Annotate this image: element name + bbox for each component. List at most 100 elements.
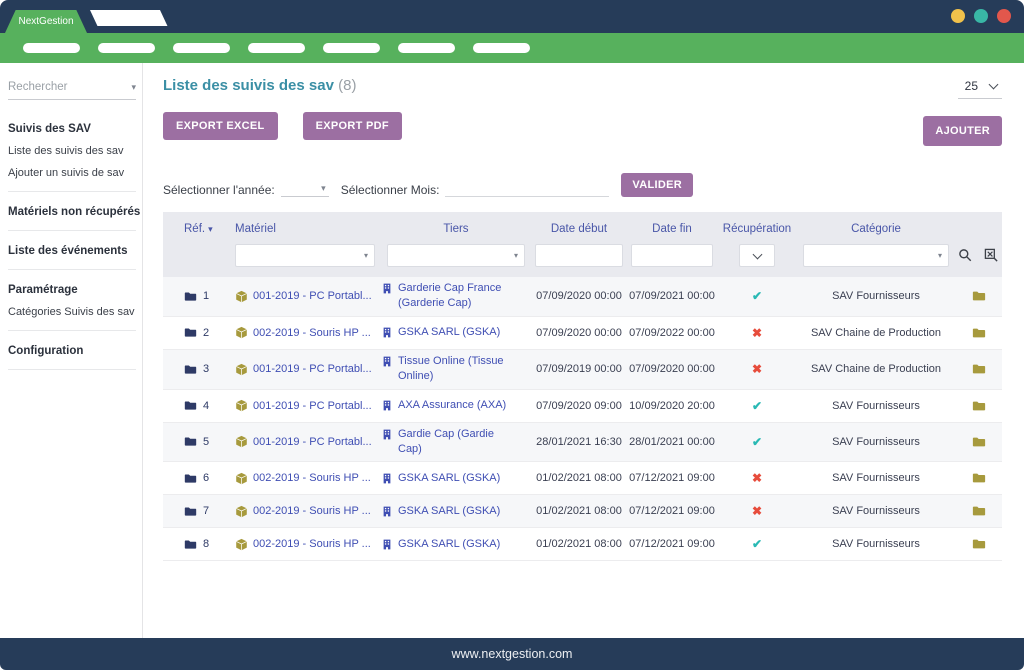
open-folder-icon[interactable] — [972, 362, 986, 376]
row-materiel[interactable]: 001-2019 - PC Portabl... — [253, 400, 372, 412]
sidebar-item[interactable]: Suivis des SAV — [8, 116, 142, 140]
sidebar-item[interactable]: Paramétrage — [8, 277, 142, 301]
package-icon — [235, 326, 248, 339]
row-ref: 6 — [203, 472, 209, 484]
open-folder-icon[interactable] — [972, 537, 986, 551]
sidebar-item[interactable]: Matériels non récupérés — [8, 199, 142, 223]
row-date-debut: 07/09/2020 00:00 — [531, 327, 627, 339]
export-pdf-button[interactable]: EXPORT PDF — [303, 112, 402, 140]
row-ref: 8 — [203, 538, 209, 550]
footer-url[interactable]: www.nextgestion.com — [452, 647, 573, 661]
window-dot[interactable] — [974, 9, 988, 23]
building-icon — [381, 505, 393, 518]
search-icon[interactable] — [958, 248, 973, 263]
sort-icon: ▾ — [208, 224, 213, 234]
folder-icon — [184, 435, 197, 448]
date-debut-filter-input[interactable] — [535, 244, 623, 267]
sidebar-search-placeholder: Rechercher — [8, 81, 67, 93]
row-tiers[interactable]: Gardie Cap (Gardie Cap) — [398, 427, 517, 458]
per-page-select[interactable]: 25 — [958, 79, 1002, 99]
column-date-fin: Date fin — [627, 223, 717, 235]
chevron-down-icon — [752, 249, 762, 259]
ajouter-button[interactable]: AJOUTER — [923, 116, 1002, 146]
row-categorie: SAV Fournisseurs — [797, 538, 955, 550]
open-folder-icon[interactable] — [972, 504, 986, 518]
table-row: 1 001-2019 - PC Portabl... Garderie Cap … — [163, 277, 1002, 317]
row-date-fin: 10/09/2020 20:00 — [627, 400, 717, 412]
row-tiers[interactable]: GSKA SARL (GSKA) — [398, 325, 500, 340]
sidebar-item[interactable]: Ajouter un suivis de sav — [8, 162, 142, 184]
row-materiel[interactable]: 001-2019 - PC Portabl... — [253, 363, 372, 375]
nav-item-placeholder[interactable] — [323, 43, 380, 53]
package-icon — [235, 472, 248, 485]
sidebar-item[interactable]: Catégories Suivis des sav — [8, 301, 142, 323]
page-title-text: Liste des suivis des sav — [163, 77, 334, 94]
sidebar-menu: Suivis des SAVListe des suivis des savAj… — [8, 116, 142, 370]
tiers-filter-select[interactable]: ▾ — [387, 244, 525, 267]
footer: www.nextgestion.com — [0, 638, 1024, 670]
page-title: Liste des suivis des sav (8) — [163, 77, 356, 94]
recuperation-mark: ✖ — [717, 362, 797, 376]
window-dot[interactable] — [951, 9, 965, 23]
row-tiers[interactable]: Tissue Online (Tissue Online) — [398, 354, 517, 385]
recuperation-mark: ✔ — [717, 289, 797, 303]
row-tiers[interactable]: GSKA SARL (GSKA) — [398, 537, 500, 552]
row-categorie: SAV Fournisseurs — [797, 290, 955, 302]
column-ref[interactable]: Réf.▾ — [163, 223, 229, 235]
month-input[interactable] — [445, 179, 609, 197]
row-tiers[interactable]: AXA Assurance (AXA) — [398, 398, 506, 413]
chevron-down-icon: ▾ — [131, 82, 136, 93]
row-materiel[interactable]: 001-2019 - PC Portabl... — [253, 290, 372, 302]
row-ref: 3 — [203, 363, 209, 375]
table-row: 7 002-2019 - Souris HP ... GSKA SARL (GS… — [163, 495, 1002, 528]
clear-search-icon[interactable] — [984, 248, 999, 263]
row-materiel[interactable]: 002-2019 - Souris HP ... — [253, 505, 371, 517]
brand-logo[interactable]: NextGestion — [5, 10, 87, 33]
nav-item-placeholder[interactable] — [248, 43, 305, 53]
open-folder-icon[interactable] — [972, 471, 986, 485]
sidebar-item[interactable]: Configuration — [8, 338, 142, 362]
nav-item-placeholder[interactable] — [473, 43, 530, 53]
open-folder-icon[interactable] — [972, 326, 986, 340]
open-folder-icon[interactable] — [972, 399, 986, 413]
sidebar-divider — [8, 230, 136, 231]
sidebar-search-select[interactable]: Rechercher ▾ — [8, 81, 136, 100]
nav-item-placeholder[interactable] — [23, 43, 80, 53]
row-materiel[interactable]: 002-2019 - Souris HP ... — [253, 538, 371, 550]
recuperation-filter-select[interactable] — [739, 244, 775, 267]
valider-button[interactable]: VALIDER — [621, 173, 693, 197]
categorie-filter-select[interactable]: ▾ — [803, 244, 949, 267]
main-content: Liste des suivis des sav (8) 25 EXPORT E… — [143, 63, 1024, 638]
row-tiers[interactable]: GSKA SARL (GSKA) — [398, 471, 500, 486]
row-materiel[interactable]: 002-2019 - Souris HP ... — [253, 327, 371, 339]
year-select[interactable]: ▾ — [281, 181, 329, 197]
sidebar-item[interactable]: Liste des suivis des sav — [8, 140, 142, 162]
window-dots — [951, 9, 1011, 23]
nav-item-placeholder[interactable] — [173, 43, 230, 53]
row-date-fin: 07/09/2022 00:00 — [627, 327, 717, 339]
row-ref: 7 — [203, 505, 209, 517]
window-dot[interactable] — [997, 9, 1011, 23]
row-tiers[interactable]: Garderie Cap France (Garderie Cap) — [398, 281, 517, 312]
open-folder-icon[interactable] — [972, 435, 986, 449]
table-row: 3 001-2019 - PC Portabl... Tissue Online… — [163, 350, 1002, 390]
export-excel-button[interactable]: EXPORT EXCEL — [163, 112, 278, 140]
nav-item-placeholder[interactable] — [98, 43, 155, 53]
row-tiers[interactable]: GSKA SARL (GSKA) — [398, 504, 500, 519]
folder-icon — [184, 399, 197, 412]
row-date-fin: 07/12/2021 09:00 — [627, 505, 717, 517]
building-icon — [381, 326, 393, 339]
top-bar: NextGestion — [0, 0, 1024, 33]
table-row: 2 002-2019 - Souris HP ... GSKA SARL (GS… — [163, 317, 1002, 350]
row-materiel[interactable]: 001-2019 - PC Portabl... — [253, 436, 372, 448]
recuperation-mark: ✔ — [717, 435, 797, 449]
date-fin-filter-input[interactable] — [631, 244, 713, 267]
nav-item-placeholder[interactable] — [398, 43, 455, 53]
sidebar-item[interactable]: Liste des événements — [8, 238, 142, 262]
folder-icon — [184, 363, 197, 376]
building-icon — [381, 399, 393, 412]
row-date-debut: 01/02/2021 08:00 — [531, 472, 627, 484]
row-materiel[interactable]: 002-2019 - Souris HP ... — [253, 472, 371, 484]
open-folder-icon[interactable] — [972, 289, 986, 303]
materiel-filter-select[interactable]: ▾ — [235, 244, 375, 267]
